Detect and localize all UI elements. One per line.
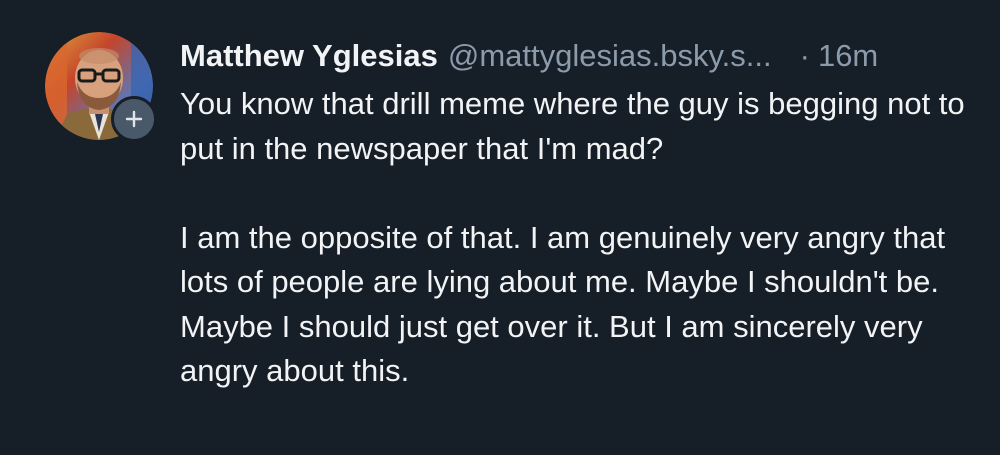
- post-header: Matthew Yglesias @mattyglesias.bsky.s...…: [180, 34, 970, 78]
- post-card[interactable]: Matthew Yglesias @mattyglesias.bsky.s...…: [0, 0, 1000, 455]
- author-handle[interactable]: @mattyglesias.bsky.s...: [448, 34, 772, 78]
- post-content: Matthew Yglesias @mattyglesias.bsky.s...…: [180, 34, 970, 394]
- post-paragraph: You know that drill meme where the guy i…: [180, 86, 965, 166]
- post-paragraph: I am the opposite of that. I am genuinel…: [180, 219, 946, 389]
- post-timestamp[interactable]: 16m: [818, 34, 878, 78]
- separator-dot: ·: [799, 38, 810, 73]
- follow-button[interactable]: [111, 96, 157, 142]
- post-body: You know that drill meme where the guy i…: [180, 82, 970, 394]
- plus-icon: [125, 110, 143, 128]
- author-display-name[interactable]: Matthew Yglesias: [180, 34, 438, 78]
- avatar-container: [45, 32, 157, 142]
